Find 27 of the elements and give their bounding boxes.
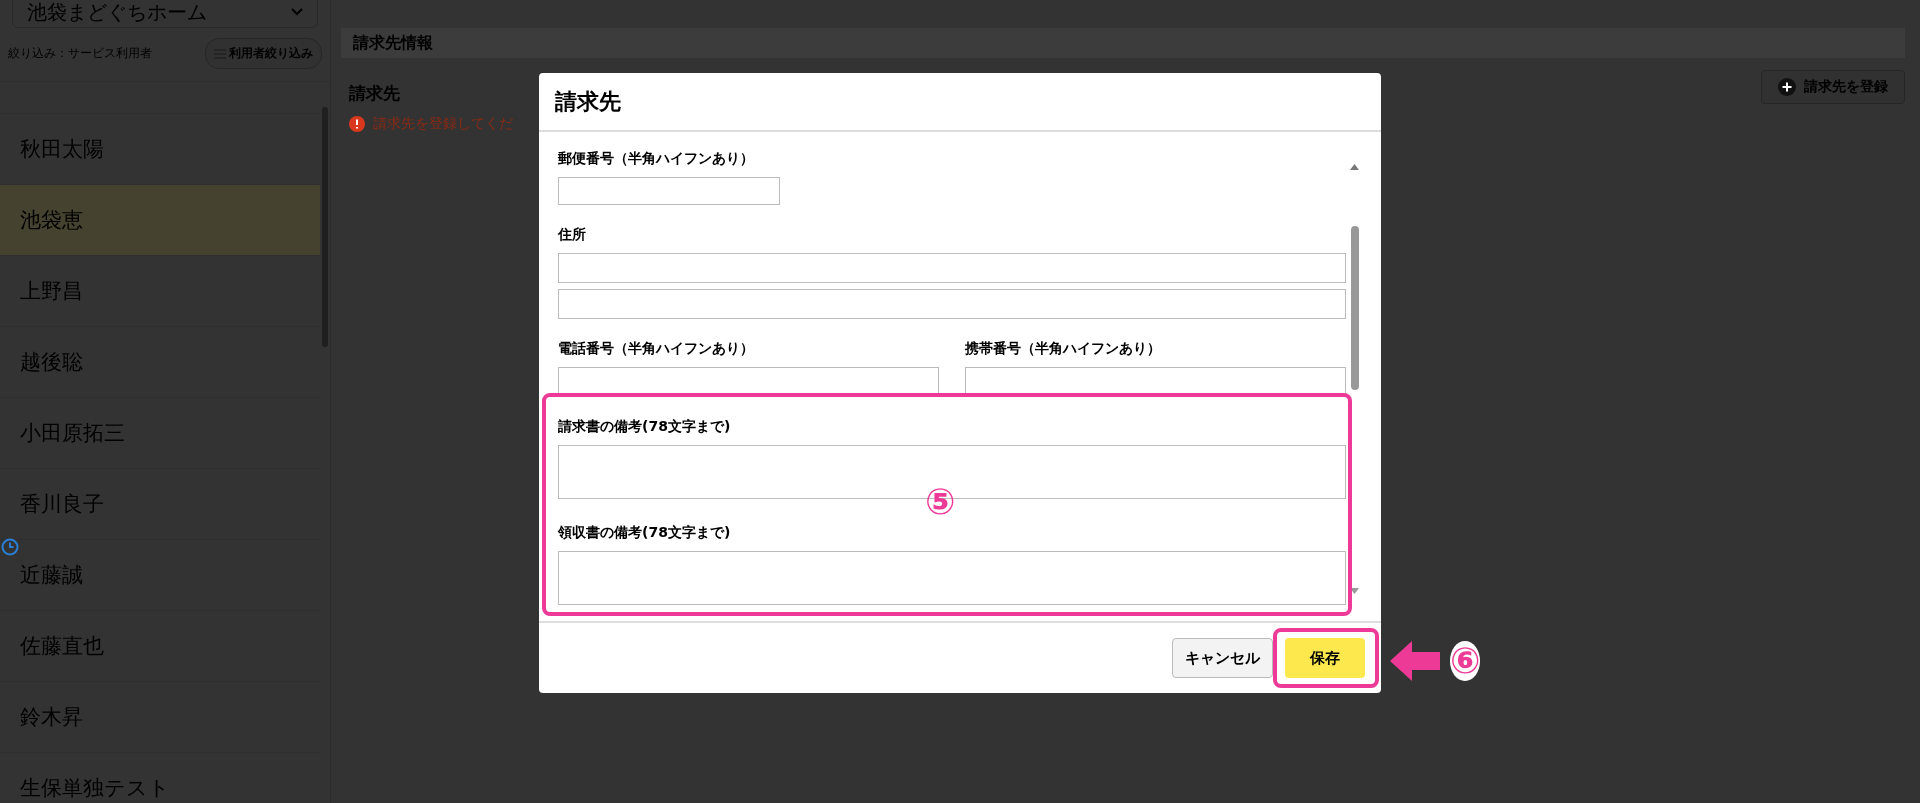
save-button[interactable]: 保存 bbox=[1285, 638, 1365, 678]
clock-icon bbox=[1, 538, 19, 556]
cancel-button[interactable]: キャンセル bbox=[1172, 638, 1273, 678]
field-label: 領収書の備考(78文字まで) bbox=[558, 523, 732, 542]
input-field[interactable] bbox=[558, 367, 939, 395]
dialog-title: 請求先 bbox=[539, 73, 1381, 132]
input-field[interactable] bbox=[558, 289, 1346, 319]
error-message: 請求先を登録してくだ bbox=[373, 115, 513, 133]
scroll-up-icon[interactable] bbox=[1350, 164, 1359, 170]
field-label: 郵便番号（半角ハイフンあり） bbox=[558, 149, 755, 168]
input-field[interactable] bbox=[558, 253, 1346, 283]
textarea-field[interactable] bbox=[558, 551, 1346, 605]
input-field[interactable] bbox=[965, 367, 1346, 395]
scroll-down-icon[interactable] bbox=[1350, 588, 1359, 594]
error-icon bbox=[349, 116, 365, 132]
caret-icon bbox=[291, 8, 303, 16]
scrollbar-thumb[interactable] bbox=[1351, 226, 1359, 390]
plus-icon bbox=[1778, 78, 1796, 96]
section-header: 請求先情報 bbox=[341, 28, 1905, 58]
user-list-item[interactable]: 池袋恵 bbox=[0, 185, 320, 256]
field-label: 住所 bbox=[558, 225, 587, 244]
input-field[interactable] bbox=[558, 177, 780, 205]
field-label: 請求書の備考(78文字まで) bbox=[558, 417, 732, 436]
step-number: ⑤ bbox=[925, 482, 956, 522]
arrow-icon bbox=[1390, 641, 1440, 681]
field-label: 携帯番号（半角ハイフンあり） bbox=[965, 339, 1162, 358]
field-label: 電話番号（半角ハイフンあり） bbox=[558, 339, 755, 358]
